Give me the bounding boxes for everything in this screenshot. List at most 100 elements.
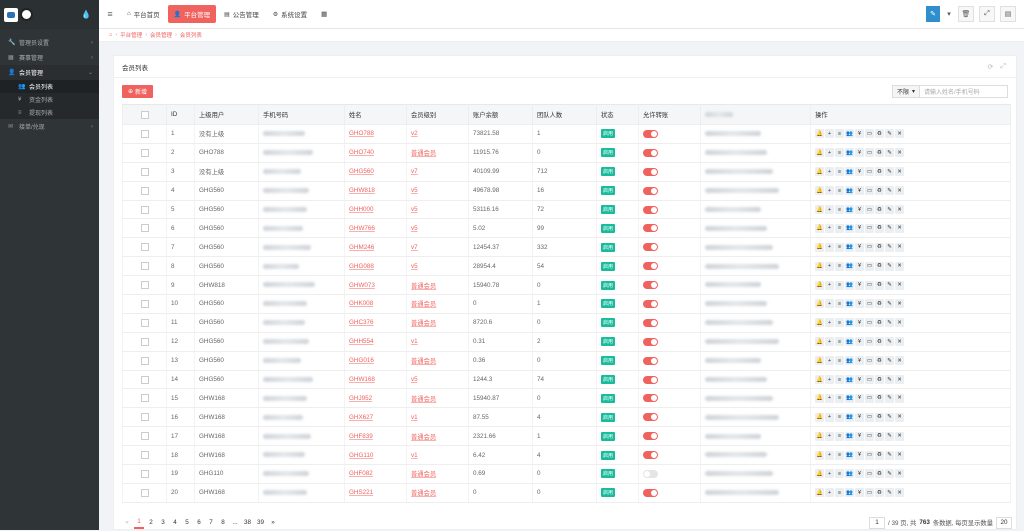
row-checkbox[interactable]	[140, 356, 149, 365]
card-icon[interactable]: ▭	[865, 393, 874, 403]
recycle-icon[interactable]: ♻	[875, 469, 884, 479]
transfer-toggle[interactable]	[643, 451, 658, 460]
yen-icon[interactable]: ¥	[855, 148, 864, 158]
card-icon[interactable]: ▭	[865, 356, 874, 366]
bell-icon[interactable]: 🔔	[815, 375, 824, 385]
card-icon[interactable]: ▭	[865, 318, 874, 328]
search-input[interactable]: 请输入姓名/手机号码	[920, 84, 1008, 98]
plus-icon[interactable]: +	[825, 393, 834, 403]
row-checkbox[interactable]	[140, 186, 149, 195]
recycle-icon[interactable]: ♻	[875, 242, 884, 252]
member-level-link[interactable]: v5	[411, 263, 418, 270]
plus-icon[interactable]: +	[825, 205, 834, 214]
recycle-icon[interactable]: ♻	[875, 299, 884, 309]
delete-icon[interactable]: ✕	[895, 148, 904, 158]
edit-icon[interactable]: ✎	[885, 337, 894, 347]
bell-icon[interactable]: 🔔	[815, 223, 824, 233]
plus-icon[interactable]: +	[825, 318, 834, 328]
nav-tab[interactable]: 👤 平台管理	[167, 5, 217, 23]
list-icon[interactable]: ≡	[835, 223, 844, 233]
list-icon[interactable]: ≡	[835, 261, 844, 271]
bell-icon[interactable]: 🔔	[815, 412, 824, 422]
row-checkbox[interactable]	[140, 488, 149, 497]
recycle-icon[interactable]: ♻	[875, 337, 884, 347]
delete-icon[interactable]: ✕	[895, 299, 904, 309]
member-level-link[interactable]: 普通会员	[411, 301, 436, 308]
member-level-link[interactable]: 普通会员	[411, 434, 436, 441]
users-icon[interactable]: 👥	[845, 412, 854, 422]
member-name-link[interactable]: GHK008	[349, 300, 373, 307]
delete-icon[interactable]: ✕	[895, 469, 904, 479]
recycle-icon[interactable]: ♻	[875, 375, 884, 385]
list-icon[interactable]: ≡	[835, 450, 844, 460]
bell-icon[interactable]: 🔔	[815, 393, 824, 403]
member-level-link[interactable]: v5	[411, 187, 418, 194]
users-icon[interactable]: 👥	[845, 488, 854, 498]
yen-icon[interactable]: ¥	[855, 488, 864, 498]
member-name-link[interactable]: GHJ952	[349, 395, 372, 402]
edit-icon[interactable]: ✎	[885, 431, 894, 441]
bell-icon[interactable]: 🔔	[815, 148, 824, 158]
list-icon[interactable]: ≡	[835, 318, 844, 328]
edit-icon[interactable]: ✎	[885, 261, 894, 271]
recycle-icon[interactable]: ♻	[875, 431, 884, 441]
delete-icon[interactable]: ✕	[895, 205, 904, 214]
row-checkbox[interactable]	[140, 318, 149, 327]
row-checkbox[interactable]	[140, 129, 149, 138]
card-icon[interactable]: ▭	[865, 450, 874, 460]
yen-icon[interactable]: ¥	[855, 375, 864, 385]
row-checkbox[interactable]	[140, 451, 149, 460]
member-name-link[interactable]: GHH554	[349, 338, 374, 345]
row-checkbox[interactable]	[140, 262, 149, 271]
delete-icon[interactable]: ✕	[895, 186, 904, 196]
edit-icon[interactable]: ✎	[885, 280, 894, 290]
bell-icon[interactable]: 🔔	[815, 469, 824, 479]
member-level-link[interactable]: 普通会员	[411, 490, 436, 497]
recycle-icon[interactable]: ♻	[875, 412, 884, 422]
bell-icon[interactable]: 🔔	[815, 337, 824, 347]
card-icon[interactable]: ▭	[865, 129, 874, 139]
bell-icon[interactable]: 🔔	[815, 431, 824, 441]
edit-icon[interactable]: ✎	[885, 375, 894, 385]
card-icon[interactable]: ▭	[865, 412, 874, 422]
bell-icon[interactable]: 🔔	[815, 242, 824, 252]
sidebar-item[interactable]: ✉ 接单/兑现 ‹	[0, 119, 99, 134]
transfer-toggle[interactable]	[643, 148, 658, 157]
transfer-toggle[interactable]	[643, 243, 658, 252]
row-checkbox[interactable]	[140, 243, 149, 252]
plus-icon[interactable]: +	[825, 356, 834, 366]
member-name-link[interactable]: GHX627	[349, 414, 373, 421]
users-icon[interactable]: 👥	[845, 431, 854, 441]
users-icon[interactable]: 👥	[845, 261, 854, 271]
member-level-link[interactable]: v1	[411, 338, 418, 345]
bell-icon[interactable]: 🔔	[815, 318, 824, 328]
edit-icon[interactable]: ✎	[885, 318, 894, 328]
edit-icon[interactable]: ✎	[885, 205, 894, 214]
yen-icon[interactable]: ¥	[855, 242, 864, 252]
chevron-down-icon[interactable]: ▾	[945, 6, 953, 22]
card-icon[interactable]: ▭	[865, 167, 874, 177]
delete-icon[interactable]: ✕	[895, 242, 904, 252]
list-icon[interactable]: ≡	[835, 242, 844, 252]
list-icon[interactable]: ≡	[835, 356, 844, 366]
select-all-checkbox[interactable]	[140, 110, 149, 119]
row-checkbox[interactable]	[140, 394, 149, 403]
search-type-select[interactable]: 不限 ▾	[891, 84, 920, 98]
edit-icon[interactable]: ✎	[885, 299, 894, 309]
card-icon[interactable]: ▭	[865, 205, 874, 214]
card-icon[interactable]: ▭	[865, 488, 874, 498]
recycle-icon[interactable]: ♻	[875, 186, 884, 196]
list-icon[interactable]: ≡	[835, 167, 844, 177]
list-icon[interactable]: ≡	[835, 186, 844, 196]
member-name-link[interactable]: GHG016	[349, 357, 374, 364]
card-icon[interactable]: ▭	[865, 148, 874, 158]
users-icon[interactable]: 👥	[845, 337, 854, 347]
bell-icon[interactable]: 🔔	[815, 129, 824, 139]
edit-icon[interactable]: ✎	[885, 412, 894, 422]
sidebar-subitem[interactable]: ¥ 资金列表	[0, 93, 99, 106]
hamburger-icon[interactable]: ≡	[99, 9, 121, 19]
bell-icon[interactable]: 🔔	[815, 356, 824, 366]
member-name-link[interactable]: GHG110	[349, 452, 373, 459]
users-icon[interactable]: 👥	[845, 223, 854, 233]
delete-icon[interactable]: ✕	[895, 223, 904, 233]
